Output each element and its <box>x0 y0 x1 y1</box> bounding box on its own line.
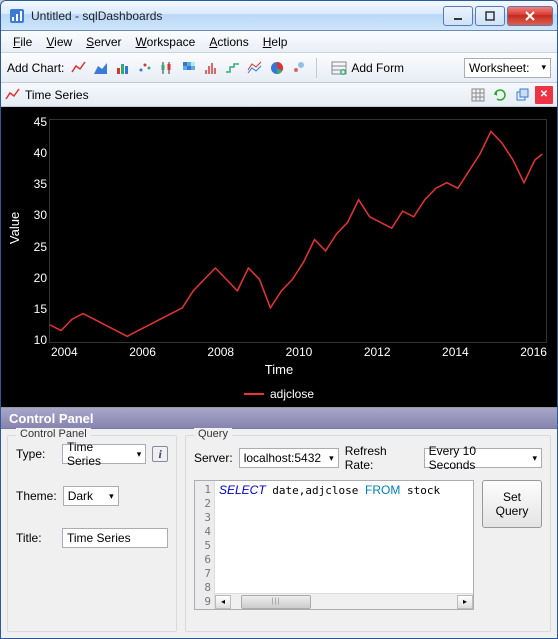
panel-header: Time Series ✕ <box>1 83 557 107</box>
app-icon <box>9 8 25 24</box>
y-axis-label: Value <box>7 212 22 244</box>
time-series-panel-icon <box>5 87 21 103</box>
legend-label: adjclose <box>270 387 314 401</box>
panel-close-icon[interactable]: ✕ <box>535 86 553 104</box>
heatmap-chart-icon[interactable] <box>180 59 198 77</box>
legend-swatch <box>244 393 264 395</box>
menu-bar: File View Server Workspace Actions Help <box>1 31 557 53</box>
candlestick-chart-icon[interactable] <box>158 59 176 77</box>
toolbar: Add Chart: Add Form Worksheet: <box>1 53 557 83</box>
menu-help[interactable]: Help <box>257 33 294 51</box>
refresh-select[interactable]: Every 10 Seconds <box>424 448 542 468</box>
menu-server[interactable]: Server <box>80 33 127 51</box>
menu-file[interactable]: File <box>7 33 38 51</box>
maximize-button[interactable] <box>475 6 505 26</box>
refresh-label: Refresh Rate: <box>345 444 418 472</box>
scatter-chart-icon[interactable] <box>136 59 154 77</box>
set-query-button[interactable]: SetQuery <box>482 480 542 528</box>
scroll-thumb[interactable]: ||| <box>241 595 311 609</box>
panel-popout-icon[interactable] <box>513 86 531 104</box>
sql-text[interactable]: SELECT date,adjclose FROM stock <box>215 481 473 609</box>
cp-legend: Control Panel <box>16 428 91 440</box>
menu-workspace[interactable]: Workspace <box>130 33 202 51</box>
control-panel-fieldset: Control Panel Type: Time Series i Theme:… <box>7 435 177 632</box>
add-chart-label: Add Chart: <box>7 61 64 75</box>
panel-grid-icon[interactable] <box>469 86 487 104</box>
form-icon <box>331 60 347 76</box>
add-form-button[interactable]: Add Form <box>325 58 410 78</box>
control-panel-titlebar[interactable]: Control Panel <box>1 407 557 429</box>
title-bar[interactable]: Untitled - sqlDashboards <box>1 1 557 31</box>
scroll-right-icon[interactable]: ▸ <box>457 595 473 609</box>
x-axis-label: Time <box>265 362 293 377</box>
scroll-left-icon[interactable]: ◂ <box>215 595 231 609</box>
title-label: Title: <box>16 531 56 545</box>
type-select[interactable]: Time Series <box>62 444 146 464</box>
separator <box>316 58 317 78</box>
type-label: Type: <box>16 447 56 461</box>
x-axis-ticks: 2004200620082010201220142016 <box>51 345 547 359</box>
h-scrollbar[interactable]: ◂ ||| ▸ <box>215 593 473 609</box>
server-select[interactable]: localhost:5432 <box>239 448 339 468</box>
bubble-chart-icon[interactable] <box>290 59 308 77</box>
pie-chart-icon[interactable] <box>268 59 286 77</box>
control-panel-body: Control Panel Type: Time Series i Theme:… <box>1 429 557 638</box>
menu-view[interactable]: View <box>40 33 78 51</box>
query-fieldset: Query Server: localhost:5432 Refresh Rat… <box>185 435 551 632</box>
area-chart-icon[interactable] <box>92 59 110 77</box>
app-window: Untitled - sqlDashboards File View Serve… <box>0 0 558 639</box>
sql-editor[interactable]: 1 2 3 4 5 6 7 8 9 SELECT date,adjclose F… <box>194 480 474 610</box>
chart-legend: adjclose <box>244 387 314 401</box>
histogram-chart-icon[interactable] <box>202 59 220 77</box>
panel-refresh-icon[interactable] <box>491 86 509 104</box>
add-form-label: Add Form <box>351 61 404 75</box>
minimize-button[interactable] <box>443 6 473 26</box>
chart-line <box>50 120 546 342</box>
menu-actions[interactable]: Actions <box>203 33 254 51</box>
close-button[interactable] <box>507 6 553 26</box>
chart-area: 4540353025201510 Value 20042006200820102… <box>1 107 557 407</box>
worksheet-select[interactable]: Worksheet: <box>464 58 551 78</box>
step-chart-icon[interactable] <box>224 59 242 77</box>
window-title: Untitled - sqlDashboards <box>31 9 443 23</box>
server-label: Server: <box>194 451 233 465</box>
plot-area[interactable] <box>49 119 547 343</box>
line-gutter: 1 2 3 4 5 6 7 8 9 <box>195 481 215 609</box>
panel-title: Time Series <box>25 88 465 102</box>
line-chart-icon[interactable] <box>70 59 88 77</box>
title-input[interactable] <box>62 528 168 548</box>
info-icon[interactable]: i <box>152 446 168 462</box>
y-axis-ticks: 4540353025201510 <box>27 115 47 347</box>
theme-select[interactable]: Dark <box>63 486 119 506</box>
theme-label: Theme: <box>16 489 57 503</box>
query-legend: Query <box>194 428 232 440</box>
multi-line-chart-icon[interactable] <box>246 59 264 77</box>
bar-chart-icon[interactable] <box>114 59 132 77</box>
